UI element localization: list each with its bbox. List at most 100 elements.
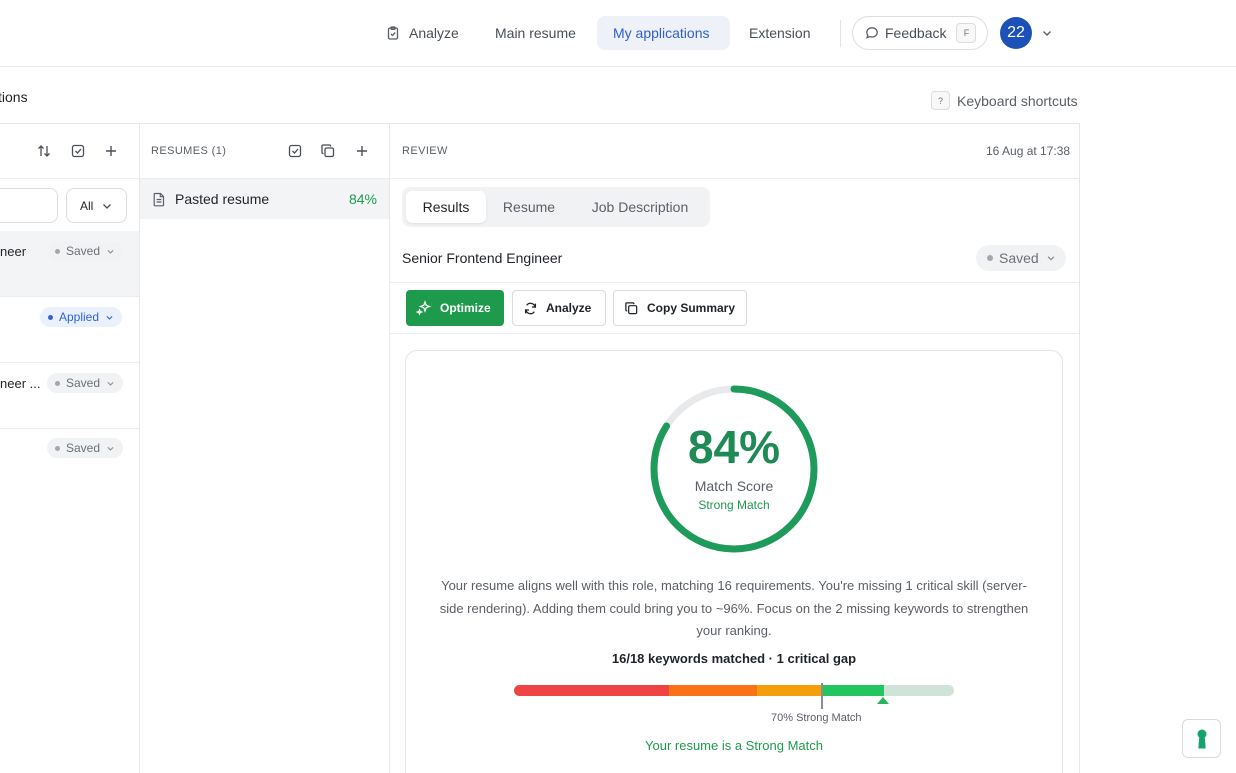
section-divider [390,282,1079,283]
status-filter-select[interactable]: All [66,188,127,223]
nav-my-applications[interactable]: My applications [597,16,730,50]
top-navigation: Analyze Main resume My applications Exte… [0,0,1236,67]
review-date: 16 Aug at 17:38 [986,144,1071,158]
nav-analyze[interactable]: Analyze [370,16,475,50]
column-divider [139,123,140,773]
optimize-button[interactable]: Optimize [406,290,504,326]
feedback-button[interactable]: Feedback F [852,16,988,50]
application-row[interactable]: neer Saved [0,231,139,297]
application-title: neer ... [0,376,41,391]
threshold-label: 70% Strong Match [771,712,862,724]
nav-main-resume[interactable]: Main resume [479,16,592,50]
application-title: neer [0,244,27,259]
status-badge[interactable]: Applied [40,307,123,327]
extension-widget-button[interactable] [1182,719,1221,758]
status-dot [987,255,993,261]
threshold-tick [821,683,823,709]
match-verdict: Your resume is a Strong Match [645,738,823,753]
analyze-label: Analyze [546,301,592,315]
status-badge[interactable]: Saved [47,438,124,458]
keyboard-shortcuts-button[interactable]: ? Keyboard shortcuts [931,91,1078,110]
chat-bubble-icon [865,27,878,39]
job-title: Senior Frontend Engineer [402,250,563,266]
application-row[interactable]: Applied [0,297,139,363]
copy-icon [625,301,638,314]
status-badge[interactable]: Saved [47,241,124,261]
status-label: Applied [59,310,100,324]
shortcuts-key: ? [931,91,950,110]
select-checkbox-icon[interactable] [285,141,305,161]
analyze-button[interactable]: Analyze [512,290,606,326]
nav-analyze-label: Analyze [409,25,459,41]
search-input[interactable] [0,188,58,223]
refresh-icon [524,302,537,314]
review-tabs: Results Resume Job Description [402,187,710,227]
status-dot [55,380,60,386]
status-label: Saved [66,376,101,390]
application-row[interactable]: neer ... Saved [0,363,139,429]
chevron-down-icon [103,203,112,209]
resumes-header: RESUMES (1) [151,145,227,157]
scale-segment-strong [822,685,884,696]
scale-segment-poor [514,685,669,696]
feedback-label: Feedback [885,25,947,41]
select-checkbox-icon[interactable] [68,141,88,161]
application-row[interactable]: Saved [0,429,139,495]
resume-name: Pasted resume [175,191,270,207]
nav-main-resume-label: Main resume [495,25,576,41]
review-header: REVIEW [402,145,448,157]
job-status-label: Saved [999,250,1039,266]
copy-summary-button[interactable]: Copy Summary [613,290,747,326]
sparkles-icon [416,300,432,316]
page-title: tions [0,89,28,105]
score-marker [877,697,889,704]
status-label: Saved [66,244,101,258]
keywords-matched: 16/18 keywords matched · 1 critical gap [611,651,857,666]
status-badge[interactable]: Saved [47,373,124,393]
avatar[interactable]: 22 [1000,17,1032,49]
tab-job-description[interactable]: Job Description [574,191,706,223]
document-icon [153,192,165,206]
resume-score: 84% [348,191,377,207]
add-application-icon[interactable] [101,141,121,161]
filter-value: All [80,198,94,213]
feedback-shortcut-key: F [956,23,977,43]
status-dot [55,248,60,254]
add-resume-icon[interactable] [352,141,372,161]
keyhole-icon [1197,729,1206,748]
status-label: Saved [66,441,101,455]
optimize-label: Optimize [440,301,491,315]
scale-segment-good [757,685,822,696]
tab-results[interactable]: Results [406,191,486,223]
sort-icon[interactable] [34,141,54,161]
panel-border [0,123,1080,124]
job-status-badge[interactable]: Saved [976,245,1066,271]
scale-segment-fair [669,685,757,696]
nav-extension-label: Extension [749,25,811,41]
scale-segment-remaining [884,685,954,696]
match-score-value: 84% [687,421,781,473]
chevron-down-icon[interactable] [1041,27,1053,39]
match-score-label: Match Score [694,478,774,494]
nav-divider [840,20,841,47]
resume-item[interactable]: Pasted resume 84% [140,179,389,219]
status-dot [48,314,53,320]
duplicate-icon[interactable] [318,141,338,161]
match-summary: Your resume aligns well with this role, … [439,578,1029,638]
match-score-sublabel: Strong Match [698,498,770,512]
shortcuts-label: Keyboard shortcuts [957,92,1078,109]
clipboard-check-icon [387,26,399,40]
chevron-down-icon [1047,256,1055,261]
status-dot [55,445,60,451]
tab-resume[interactable]: Resume [490,191,568,223]
nav-my-applications-label: My applications [613,25,710,41]
nav-extension[interactable]: Extension [733,16,826,50]
chevron-down-icon [107,446,114,451]
copy-summary-label: Copy Summary [647,301,736,315]
score-scale-bar [514,685,954,696]
panel-border-right [1079,123,1080,773]
column-divider [389,123,390,773]
chevron-down-icon [107,249,114,254]
section-divider [390,333,1079,334]
chevron-down-icon [106,315,113,320]
